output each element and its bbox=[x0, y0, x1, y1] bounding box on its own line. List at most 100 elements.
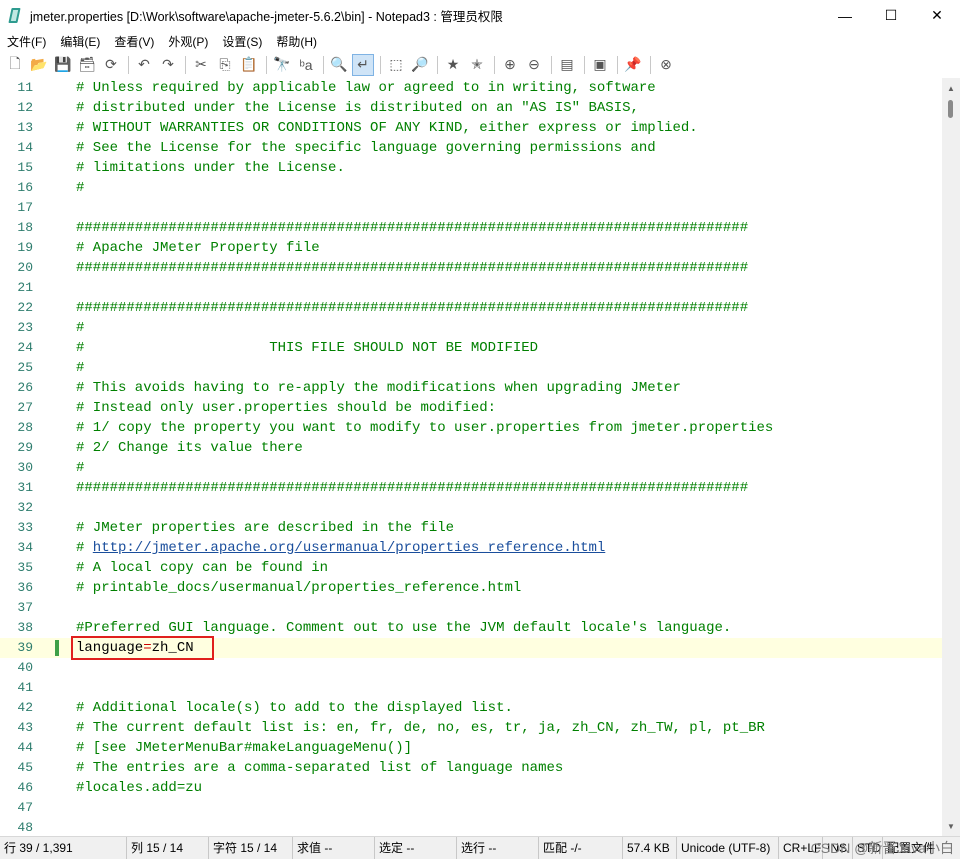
code-line[interactable]: 24 # THIS FILE SHOULD NOT BE MODIFIED bbox=[0, 338, 942, 358]
cut-icon[interactable]: ✂ bbox=[190, 54, 212, 76]
zoom-in-icon[interactable]: ⊕ bbox=[499, 54, 521, 76]
code-line[interactable]: 33 # JMeter properties are described in t… bbox=[0, 518, 942, 538]
line-number: 18 bbox=[17, 220, 33, 235]
code-line[interactable]: 41 bbox=[0, 678, 942, 698]
code-line[interactable]: 19 # Apache JMeter Property file bbox=[0, 238, 942, 258]
code-line[interactable]: 26 # This avoids having to re-apply the m… bbox=[0, 378, 942, 398]
code-line[interactable]: 16 # bbox=[0, 178, 942, 198]
redo-icon[interactable]: ↷ bbox=[157, 54, 179, 76]
maximize-button[interactable]: ☐ bbox=[868, 0, 914, 31]
csdn-watermark: CSDN @新晋Java小白 bbox=[810, 840, 954, 856]
code-line[interactable]: 32 bbox=[0, 498, 942, 518]
code-text: ########################################… bbox=[76, 260, 749, 276]
code-line[interactable]: 43 # The current default list is: en, fr,… bbox=[0, 718, 942, 738]
zoom-out-icon[interactable]: ⊖ bbox=[523, 54, 545, 76]
code-line[interactable]: 44 # [see JMeterMenuBar#makeLanguageMenu(… bbox=[0, 738, 942, 758]
line-number: 43 bbox=[17, 720, 33, 735]
line-number: 15 bbox=[17, 160, 33, 175]
new-file-icon[interactable]: 🗋 bbox=[4, 54, 26, 76]
line-number: 33 bbox=[17, 520, 33, 535]
code-line[interactable]: 13 # WITHOUT WARRANTIES OR CONDITIONS OF … bbox=[0, 118, 942, 138]
code-text: # THIS FILE SHOULD NOT BE MODIFIED bbox=[76, 340, 539, 356]
code-line[interactable]: 48 bbox=[0, 818, 942, 836]
code-line[interactable]: 29 # 2/ Change its value there bbox=[0, 438, 942, 458]
line-number: 42 bbox=[17, 700, 33, 715]
menu-appearance[interactable]: 外观(P) bbox=[161, 33, 215, 50]
code-line[interactable]: 11 # Unless required by applicable law or… bbox=[0, 78, 942, 98]
vertical-scrollbar[interactable]: ▲ ▼ bbox=[942, 78, 960, 836]
code-text: ########################################… bbox=[76, 300, 749, 316]
reload-icon[interactable]: ⟳ bbox=[100, 54, 122, 76]
code-line[interactable]: 27 # Instead only user.properties should … bbox=[0, 398, 942, 418]
code-line[interactable]: 39 language=zh_CN bbox=[0, 636, 942, 660]
code-line[interactable]: 31 ######################################… bbox=[0, 478, 942, 498]
line-number: 21 bbox=[17, 280, 33, 295]
code-line[interactable]: 28 # 1/ copy the property you want to mod… bbox=[0, 418, 942, 438]
line-number: 46 bbox=[17, 780, 33, 795]
code-line[interactable]: 14 # See the License for the specific lan… bbox=[0, 138, 942, 158]
code-line[interactable]: 30 # bbox=[0, 458, 942, 478]
scroll-down-arrow-icon[interactable]: ▼ bbox=[942, 818, 960, 834]
select-all-icon[interactable]: ⬚ bbox=[385, 54, 407, 76]
url-link[interactable]: http://jmeter.apache.org/usermanual/prop… bbox=[93, 538, 605, 558]
code-line[interactable]: 46 #locales.add=zu bbox=[0, 778, 942, 798]
code-line[interactable]: 22 ######################################… bbox=[0, 298, 942, 318]
add-favorite-icon[interactable]: ✭ bbox=[466, 54, 488, 76]
close-button[interactable]: ✕ bbox=[914, 0, 960, 31]
code-text: # Instead only user.properties should be… bbox=[76, 400, 497, 416]
find-next-icon[interactable]: 🔎 bbox=[409, 54, 431, 76]
line-number: 17 bbox=[17, 200, 33, 215]
highlight-box bbox=[71, 636, 214, 660]
menu-settings[interactable]: 设置(S) bbox=[215, 33, 269, 50]
code-line[interactable]: 47 bbox=[0, 798, 942, 818]
code-line[interactable]: 12 # distributed under the License is dis… bbox=[0, 98, 942, 118]
code-line[interactable]: 38 #Preferred GUI language. Comment out t… bbox=[0, 618, 942, 638]
menu-view[interactable]: 查看(V) bbox=[107, 33, 161, 50]
code-line[interactable]: 36 # printable_docs/usermanual/properties… bbox=[0, 578, 942, 598]
find-in-files-icon[interactable]: 🔍 bbox=[328, 54, 350, 76]
customize-icon[interactable]: ▣ bbox=[589, 54, 611, 76]
scroll-up-arrow-icon[interactable]: ▲ bbox=[942, 80, 960, 96]
menu-bar: 文件(F) 编辑(E) 查看(V) 外观(P) 设置(S) 帮助(H) bbox=[0, 31, 960, 51]
exit-icon[interactable]: ⊗ bbox=[655, 54, 677, 76]
save-as-icon[interactable]: 🗃 bbox=[76, 54, 98, 76]
code-line[interactable]: 23 # bbox=[0, 318, 942, 338]
code-line[interactable]: 40 bbox=[0, 658, 942, 678]
paste-icon[interactable]: 📋 bbox=[238, 54, 260, 76]
line-number: 45 bbox=[17, 760, 33, 775]
toolbar-separator bbox=[380, 55, 381, 74]
line-number: 20 bbox=[17, 260, 33, 275]
editor[interactable]: 11 # Unless required by applicable law or… bbox=[0, 78, 960, 836]
code-line[interactable]: 45 # The entries are a comma-separated li… bbox=[0, 758, 942, 778]
line-number: 14 bbox=[17, 140, 33, 155]
code-line[interactable]: 21 bbox=[0, 278, 942, 298]
toolbar-separator bbox=[437, 55, 438, 74]
favorites-icon[interactable]: ★ bbox=[442, 54, 464, 76]
save-icon[interactable]: 💾 bbox=[52, 54, 74, 76]
open-folder-icon[interactable]: 📂 bbox=[28, 54, 50, 76]
code-line[interactable]: 17 bbox=[0, 198, 942, 218]
word-wrap-icon[interactable]: ↵ bbox=[352, 53, 374, 76]
menu-file[interactable]: 文件(F) bbox=[0, 33, 53, 50]
code-line[interactable]: 20 ######################################… bbox=[0, 258, 942, 278]
find-icon[interactable]: 🔭 bbox=[271, 54, 293, 76]
code-line[interactable]: 35 # A local copy can be found in bbox=[0, 558, 942, 578]
pin-icon[interactable]: 📌 bbox=[622, 54, 644, 76]
copy-icon[interactable]: ⎘ bbox=[214, 54, 236, 76]
status-encoding[interactable]: Unicode (UTF-8) bbox=[676, 837, 770, 859]
code-line[interactable]: 37 bbox=[0, 598, 942, 618]
line-number: 35 bbox=[17, 560, 33, 575]
undo-icon[interactable]: ↶ bbox=[133, 54, 155, 76]
code-line[interactable]: 34 # http://jmeter.apache.org/usermanual/… bbox=[0, 538, 942, 558]
scrollbar-thumb[interactable] bbox=[948, 100, 953, 118]
code-line[interactable]: 25 # bbox=[0, 358, 942, 378]
replace-icon[interactable]: ᵇa bbox=[295, 54, 317, 76]
code-line[interactable]: 42 # Additional locale(s) to add to the d… bbox=[0, 698, 942, 718]
code-text: # See the License for the specific langu… bbox=[76, 140, 656, 156]
menu-help[interactable]: 帮助(H) bbox=[269, 33, 324, 50]
menu-edit[interactable]: 编辑(E) bbox=[53, 33, 107, 50]
code-line[interactable]: 15 # limitations under the License. bbox=[0, 158, 942, 178]
code-line[interactable]: 18 ######################################… bbox=[0, 218, 942, 238]
minimize-button[interactable]: — bbox=[822, 0, 868, 31]
scheme-icon[interactable]: ▤ bbox=[556, 54, 578, 76]
